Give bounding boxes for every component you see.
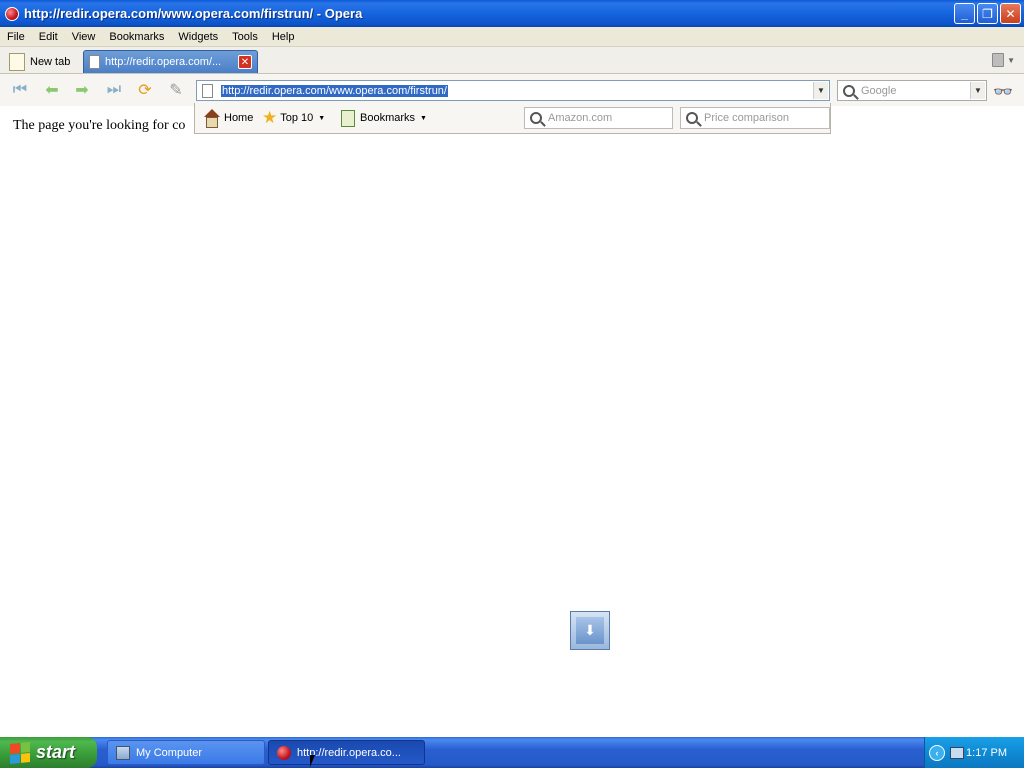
search-icon xyxy=(686,112,698,124)
opera-logo-icon xyxy=(5,6,19,21)
taskbar: start My Computer http://redir.opera.co.… xyxy=(0,737,1024,768)
clock[interactable]: 1:17 PM xyxy=(966,747,1007,759)
taskbar-item-my-computer[interactable]: My Computer xyxy=(107,740,265,765)
menu-view[interactable]: View xyxy=(65,31,103,43)
tab-new[interactable]: New tab xyxy=(4,50,80,73)
minimize-button[interactable]: _ xyxy=(954,3,975,24)
edit-icon[interactable]: ✎ xyxy=(166,81,186,99)
new-tab-icon xyxy=(9,52,25,71)
price-comparison-field[interactable]: Price comparison xyxy=(680,107,830,129)
address-dropdown-icon[interactable]: ▼ xyxy=(813,82,828,99)
tab-active[interactable]: http://redir.opera.com/... ✕ xyxy=(83,50,258,73)
search-icon xyxy=(843,84,855,97)
top10-button[interactable]: ★ Top 10 ▼ xyxy=(262,107,325,129)
menu-widgets[interactable]: Widgets xyxy=(171,31,225,43)
window-title: http://redir.opera.com/www.opera.com/fir… xyxy=(24,6,363,21)
amazon-placeholder: Amazon.com xyxy=(548,112,613,124)
start-button[interactable]: start xyxy=(0,737,97,768)
search-field[interactable]: Google ▼ xyxy=(837,80,987,101)
menu-tools[interactable]: Tools xyxy=(225,31,265,43)
chevron-down-icon: ▼ xyxy=(318,114,326,122)
taskbar-item-opera[interactable]: http://redir.opera.co... xyxy=(268,740,425,765)
page-content xyxy=(5,106,1020,736)
home-icon xyxy=(202,109,220,128)
network-icon[interactable] xyxy=(950,746,964,759)
bookmarks-icon xyxy=(341,109,355,127)
search-engine-dropdown-icon[interactable]: ▼ xyxy=(970,82,985,99)
glasses-icon[interactable]: 👓 xyxy=(993,82,1013,102)
windows-logo-icon xyxy=(10,741,30,764)
taskbar-item-label: My Computer xyxy=(136,746,203,759)
close-button[interactable]: ✕ xyxy=(1000,3,1021,24)
bookmarks-label: Bookmarks xyxy=(360,112,416,124)
chevron-down-icon: ▼ xyxy=(420,114,427,122)
home-label: Home xyxy=(224,112,254,124)
computer-icon xyxy=(116,745,130,760)
maximize-button[interactable]: ❐ xyxy=(977,3,998,24)
address-dropdown-panel: Home ★ Top 10 ▼ Bookmarks ▼ Amazon.com P… xyxy=(194,103,831,134)
mouse-cursor-icon xyxy=(310,755,315,767)
trash-dropdown-icon[interactable]: ▼ xyxy=(1007,56,1015,65)
opera-icon xyxy=(277,745,291,760)
star-icon: ★ xyxy=(262,108,278,127)
system-tray: ‹ 1:17 PM xyxy=(924,737,1024,768)
menu-edit[interactable]: Edit xyxy=(32,31,65,43)
page-icon xyxy=(202,83,213,98)
bookmarks-button[interactable]: Bookmarks ▼ xyxy=(341,107,427,129)
amazon-search-field[interactable]: Amazon.com xyxy=(524,107,673,129)
back-icon[interactable]: ⬅ xyxy=(42,81,62,99)
page-message: The page you're looking for co xyxy=(13,118,186,133)
tab-close-icon[interactable]: ✕ xyxy=(238,55,252,69)
tab-new-label: New tab xyxy=(30,55,71,68)
menu-help[interactable]: Help xyxy=(265,31,302,43)
tab-active-label: http://redir.opera.com/... xyxy=(105,56,222,68)
tab-bar: New tab http://redir.opera.com/... ✕ ▼ xyxy=(0,47,1024,74)
fast-forward-icon[interactable]: ⏭ xyxy=(104,81,124,99)
title-bar: http://redir.opera.com/www.opera.com/fir… xyxy=(0,0,1024,27)
scroll-down-button[interactable]: ⬇ xyxy=(570,611,610,650)
forward-icon[interactable]: ➡ xyxy=(72,81,92,99)
menu-bar: File Edit View Bookmarks Widgets Tools H… xyxy=(0,27,1024,47)
trash-icon[interactable] xyxy=(992,53,1004,67)
address-url[interactable]: http://redir.opera.com/www.opera.com/fir… xyxy=(221,84,448,97)
window-controls: _ ❐ ✕ xyxy=(954,3,1021,24)
address-bar[interactable]: http://redir.opera.com/www.opera.com/fir… xyxy=(196,80,830,101)
menu-bookmarks[interactable]: Bookmarks xyxy=(102,31,171,43)
page-icon xyxy=(89,55,100,69)
start-label: start xyxy=(36,742,76,762)
menu-file[interactable]: File xyxy=(0,31,32,43)
reload-icon[interactable]: ⟳ xyxy=(135,81,155,99)
rewind-icon[interactable]: ⏮ xyxy=(10,81,30,99)
search-placeholder: Google xyxy=(861,84,897,97)
show-hidden-icons-icon[interactable]: ‹ xyxy=(929,744,945,761)
search-icon xyxy=(530,112,542,124)
top10-label: Top 10 xyxy=(280,112,314,124)
arrow-down-icon: ⬇ xyxy=(576,617,604,644)
price-comparison-placeholder: Price comparison xyxy=(704,112,789,124)
home-button[interactable]: Home xyxy=(202,107,253,129)
